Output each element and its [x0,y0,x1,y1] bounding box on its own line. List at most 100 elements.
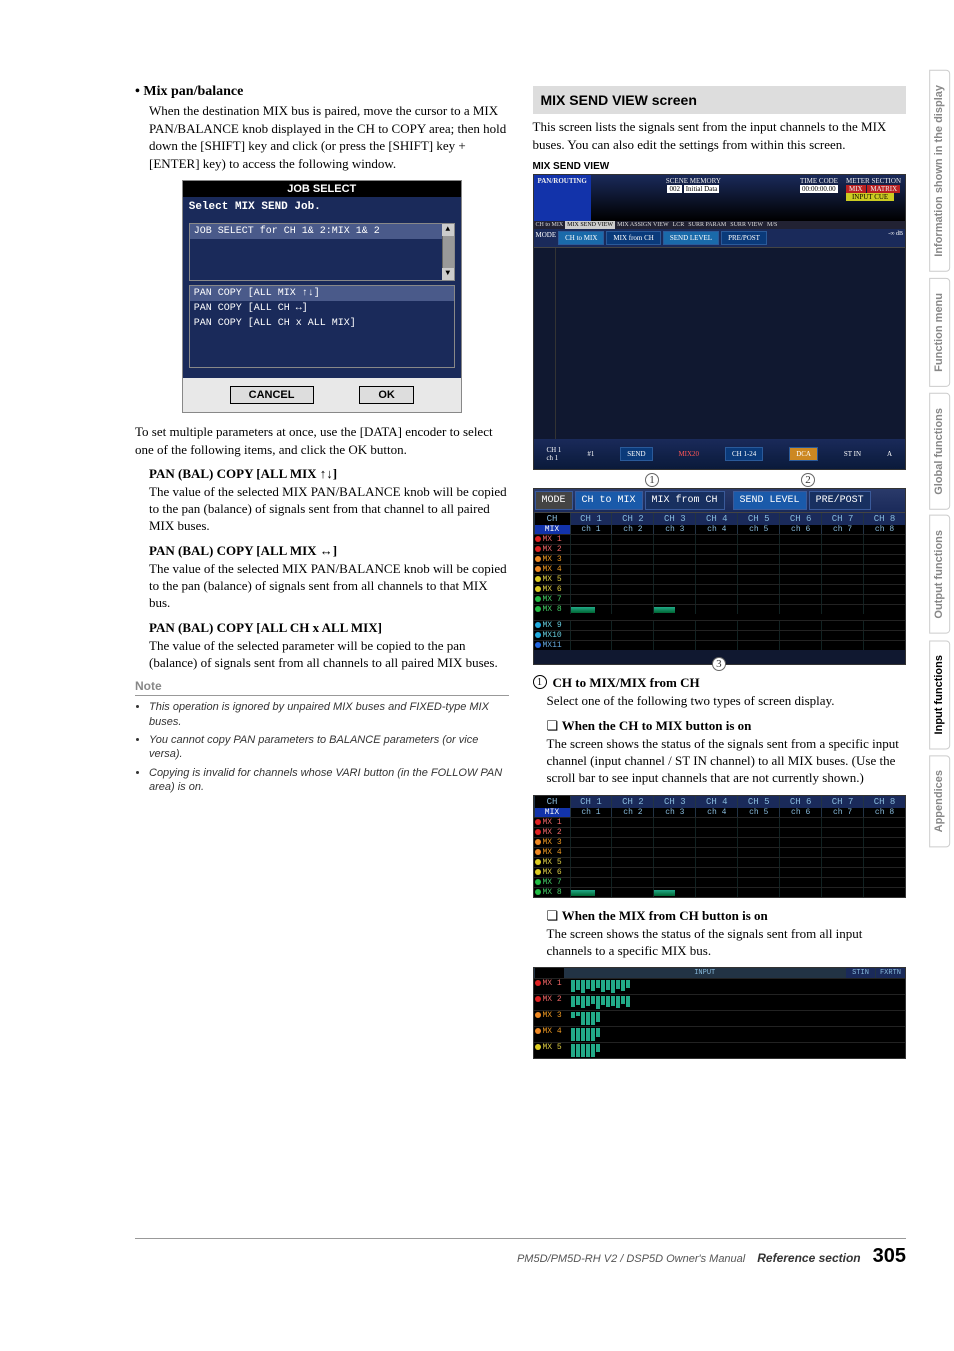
note-item: Copying is invalid for channels whose VA… [149,766,509,795]
item-number-1: 1 [533,675,547,689]
ch-col: CH 2 [611,513,653,525]
ch124-button[interactable]: CH 1-24 [725,447,763,461]
pan-bal-body-1: The value of the selected MIX PAN/BALANC… [149,484,509,535]
mx-row: MX 5 [543,1043,562,1052]
screen-tab[interactable]: MIX ASSIGN VIEW [615,221,671,229]
matrix-button[interactable]: MATRIX [867,185,900,193]
ch-col: CH 1 [570,796,612,808]
mx-row: MX 1 [543,818,562,827]
tab-global-functions[interactable]: Global functions [929,393,950,510]
tab-info-display[interactable]: Information shown in the display [929,70,950,272]
mx-row: MX 9 [543,621,562,630]
mx-row: MX 7 [543,878,562,887]
pan-bal-heading-1: PAN (BAL) COPY [ALL MIX ↑↓] [149,466,509,482]
mix-grid [534,247,906,439]
note-list: This operation is ignored by unpaired MI… [135,700,509,794]
scene-number: 002 [667,185,682,193]
stin-label: STIN [845,968,875,978]
mix-from-ch-button[interactable]: MIX from CH [645,491,725,510]
screen-tab[interactable]: LCR [671,221,687,229]
stin-label: ST IN [844,450,861,458]
dialog-list-lower: PAN COPY [ALL MIX ↑↓] PAN COPY [ALL CH ↔… [189,285,455,368]
screen-tab[interactable]: SURR VIEW [728,221,765,229]
pan-copy-option[interactable]: PAN COPY [ALL CH ↔] [190,301,454,316]
page-footer: PM5D/PM5D-RH V2 / DSP5D Owner's Manual R… [135,1238,906,1268]
ch-col: CH 4 [695,796,737,808]
input-label: INPUT [564,968,846,978]
ch-name: ch 6 [779,808,821,817]
footer-page: 305 [873,1245,906,1268]
mx-row: MX 2 [543,995,562,1004]
sub-1-heading: ❏ When the CH to MIX button is on [547,718,907,734]
note-item: This operation is ignored by unpaired MI… [149,700,509,729]
ch-name: ch 5 [737,525,779,534]
tab-input-functions[interactable]: Input functions [929,640,950,749]
pre-post-button[interactable]: PRE/POST [809,491,871,510]
ch-name: ch 3 [653,808,695,817]
dca-button[interactable]: DCA [789,447,818,461]
screenshot-caption: MIX SEND VIEW [533,161,907,172]
mix20-label: MIX20 [678,450,699,458]
screen-tab-active[interactable]: MIX SEND VIEW [565,221,615,229]
input-cue-label: INPUT CUE [846,193,894,201]
module-number: #1 [587,450,594,458]
scroll-down-icon[interactable]: ▼ [442,268,454,280]
mx-row: MX 8 [543,888,562,897]
screen-tab[interactable]: CH to MIX [534,221,566,229]
ch-name: ch 1 [570,525,612,534]
ch-name: ch 7 [821,808,863,817]
mix-send-view-screenshot: PAN/ROUTING SCENE MEMORY 002 Initial Dat… [533,174,907,470]
mix-from-ch-example: INPUT STIN FXRTN MX 1 MX 2 MX 3 MX 4 MX … [533,967,907,1059]
ch-col: CH 7 [821,796,863,808]
mix-from-ch-button[interactable]: MIX from CH [606,231,660,245]
cancel-button[interactable]: CANCEL [230,386,314,404]
ch-name: ch 6 [779,525,821,534]
mode-label: MODE [536,231,557,245]
screen-tab[interactable]: SURR PARAM [686,221,728,229]
db-value: -∞ dB [888,231,903,245]
mx-row: MX 6 [543,585,562,594]
ch-name: ch 5 [737,808,779,817]
screen-tab[interactable]: M/S [765,221,779,229]
callout-3: 3 [712,657,726,671]
job-select-line[interactable]: JOB SELECT for CH 1& 2:MIX 1& 2 [190,224,454,239]
callout-1: 1 [645,473,659,487]
mx-row: MX 4 [543,848,562,857]
send-level-button[interactable]: SEND LEVEL [733,491,807,510]
mx-row: MX 3 [543,1011,562,1020]
send-level-button[interactable]: SEND LEVEL [663,231,719,245]
send-button[interactable]: SEND [620,447,652,461]
pan-bal-body-3: The value of the selected parameter will… [149,638,509,672]
mix-button[interactable]: MIX [846,185,866,193]
callout-2: 2 [801,473,815,487]
mix-header: MIX [534,525,570,534]
mx-row: MX 2 [543,545,562,554]
ch-col: CH 6 [779,796,821,808]
mx-row: MX 3 [543,555,562,564]
pre-post-button[interactable]: PRE/POST [721,231,767,245]
tab-output-functions[interactable]: Output functions [929,515,950,634]
ok-button[interactable]: OK [359,386,414,404]
ch-to-mix-button[interactable]: CH to MIX [558,231,604,245]
ch-col: CH 3 [653,513,695,525]
lead-paragraph: When the destination MIX bus is paired, … [149,102,509,172]
scroll-up-icon[interactable]: ▲ [442,224,454,236]
tab-function-menu[interactable]: Function menu [929,278,950,387]
bullet-heading: • Mix pan/balance [135,84,509,100]
dialog-title: JOB SELECT [183,181,461,197]
ch-col: CH 5 [737,796,779,808]
ch-to-mix-button[interactable]: CH to MIX [575,491,643,510]
sub-2-body: The screen shows the status of the signa… [547,926,907,960]
ch-name: ch 4 [695,525,737,534]
mx-row: MX 3 [543,838,562,847]
pan-copy-option[interactable]: PAN COPY [ALL MIX ↑↓] [190,286,454,301]
pan-routing-label: PAN/ROUTING [534,175,591,221]
leftright-icon: ↔ [320,543,333,558]
pan-copy-option[interactable]: PAN COPY [ALL CH x ALL MIX] [190,316,454,331]
mx-row: MX 2 [543,828,562,837]
tab-appendices[interactable]: Appendices [929,755,950,847]
ch-col: CH 5 [737,513,779,525]
section-intro: This screen lists the signals sent from … [533,118,907,153]
mx-row: MX11 [543,641,562,650]
mix-header: MIX [534,808,570,817]
